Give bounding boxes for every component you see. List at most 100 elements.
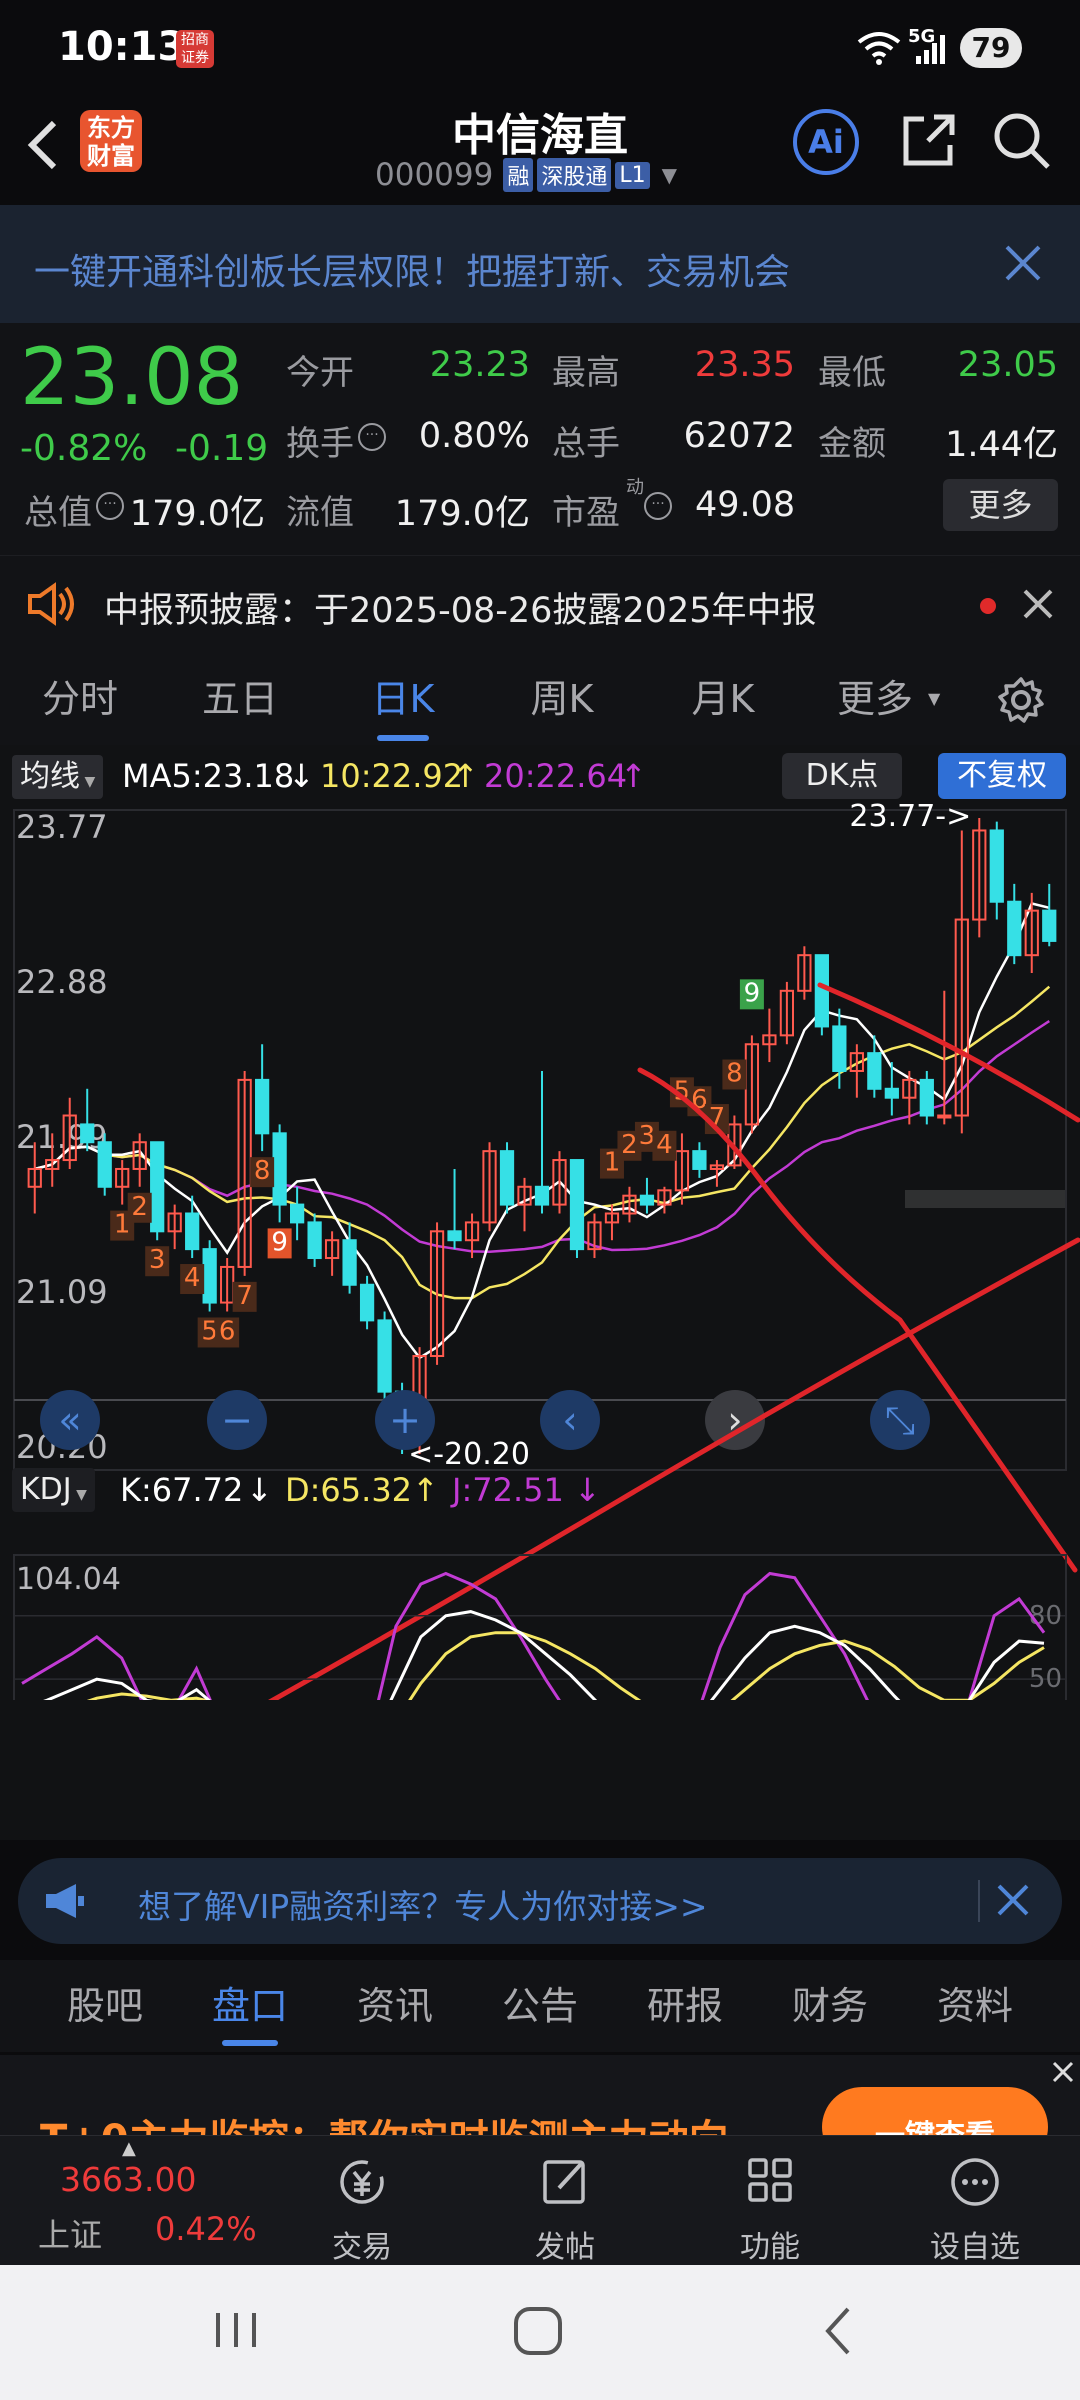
candle-body bbox=[1042, 909, 1057, 942]
price-panel-frame bbox=[13, 809, 1067, 1471]
ai-button[interactable]: Ai bbox=[793, 109, 859, 175]
candle bbox=[954, 830, 969, 1134]
status-bar: 10:13 招商证券 5G 79 bbox=[0, 0, 1080, 95]
kdj-level-label: 50 bbox=[1029, 1664, 1062, 1694]
home-icon[interactable] bbox=[508, 2305, 568, 2357]
tab-announcements[interactable]: 公告 bbox=[475, 1960, 605, 2052]
candle-body bbox=[832, 1025, 847, 1072]
kdj-selector[interactable]: KDJ ▼ bbox=[12, 1468, 95, 1512]
td-marker-label: 7 bbox=[236, 1281, 253, 1311]
add-watchlist-button[interactable]: 设自选 bbox=[910, 2154, 1040, 2266]
recent-apps-icon[interactable] bbox=[210, 2305, 262, 2355]
back-icon[interactable] bbox=[818, 2303, 858, 2359]
active-tab-indicator bbox=[377, 735, 429, 741]
back-icon[interactable] bbox=[18, 115, 68, 175]
arrow-down-icon: ↓ bbox=[288, 757, 315, 795]
float-label: 流值 bbox=[286, 493, 354, 533]
k-legend: K:67.72 bbox=[120, 1471, 244, 1509]
td-marker-label: 6 bbox=[219, 1316, 236, 1346]
candle-body bbox=[534, 1185, 550, 1206]
promo-banner[interactable]: 一键开通科创板长层权限！把握打新、交易机会 bbox=[0, 205, 1080, 323]
dk-button[interactable]: DK点 bbox=[782, 753, 902, 799]
tab-more[interactable]: 更多 bbox=[825, 653, 925, 745]
post-label: 发帖 bbox=[535, 2230, 595, 2265]
gear-icon[interactable] bbox=[996, 675, 1046, 725]
ma5-legend: MA5:23.18 bbox=[122, 757, 295, 795]
vip-banner[interactable]: 想了解VIP融资利率？专人为你对接>> bbox=[18, 1858, 1062, 1944]
low-value: 23.05 bbox=[957, 345, 1058, 385]
more-button[interactable]: 更多 bbox=[943, 479, 1058, 531]
tab-daily-k[interactable]: 日K bbox=[343, 653, 463, 745]
tab-orderbook[interactable]: 盘口 bbox=[185, 1960, 315, 2052]
open-label: 今开 bbox=[286, 353, 354, 393]
info-icon[interactable]: ··· bbox=[644, 492, 672, 520]
close-icon[interactable] bbox=[1052, 2061, 1074, 2083]
double-left-icon[interactable]: « bbox=[40, 1390, 100, 1450]
tab-timeshare[interactable]: 分时 bbox=[20, 653, 140, 745]
candle-body bbox=[937, 1114, 952, 1119]
chevron-down-icon: ▼ bbox=[928, 689, 941, 708]
info-tabs: 股吧 盘口 资讯 公告 研报 财务 资料 bbox=[0, 1960, 1080, 2052]
trade-button[interactable]: 交易 bbox=[297, 2154, 427, 2266]
d-legend: D:65.32 bbox=[285, 1471, 413, 1509]
candle-body bbox=[919, 1078, 934, 1117]
candle bbox=[289, 1186, 305, 1241]
candle bbox=[797, 946, 812, 1000]
candle bbox=[849, 1044, 864, 1098]
close-icon[interactable] bbox=[1003, 243, 1043, 283]
tab-five-day[interactable]: 五日 bbox=[180, 653, 300, 745]
zoom-out-icon[interactable]: − bbox=[207, 1390, 267, 1450]
candle bbox=[814, 954, 829, 1036]
ma-selector[interactable]: 均线 ▼ bbox=[12, 755, 104, 799]
tab-financials[interactable]: 财务 bbox=[765, 1960, 895, 2052]
candle bbox=[499, 1142, 515, 1214]
scroll-left-icon[interactable]: ‹ bbox=[540, 1390, 600, 1450]
mktcap-value: 179.0亿 bbox=[129, 494, 265, 534]
index-value[interactable]: 3663.00 bbox=[60, 2160, 196, 2199]
tab-profile[interactable]: 资料 bbox=[910, 1960, 1040, 2052]
tab-news[interactable]: 资讯 bbox=[330, 1960, 460, 2052]
candle bbox=[989, 821, 1004, 920]
candle-body bbox=[499, 1150, 515, 1206]
tab-forum[interactable]: 股吧 bbox=[40, 1960, 170, 2052]
zoom-in-icon[interactable]: + bbox=[375, 1390, 435, 1450]
speaker-icon bbox=[24, 580, 76, 628]
search-icon[interactable] bbox=[990, 109, 1052, 171]
candle bbox=[639, 1177, 655, 1214]
candle bbox=[185, 1195, 200, 1259]
caret-up-icon: ▲ bbox=[122, 2138, 136, 2159]
candle-body bbox=[639, 1194, 655, 1206]
candle bbox=[1042, 883, 1057, 947]
ma10-legend: 10:22.92 bbox=[320, 757, 464, 795]
stock-code-row[interactable]: 000099 融 深股通 L1 ▼ bbox=[375, 157, 677, 193]
tab-research[interactable]: 研报 bbox=[620, 1960, 750, 2052]
fq-button[interactable]: 不复权 bbox=[938, 753, 1066, 799]
close-icon[interactable] bbox=[996, 1883, 1030, 1917]
candle-body bbox=[814, 954, 829, 1028]
period-tabs: 分时 五日 日K 周K 月K 更多 ▼ bbox=[0, 653, 1080, 745]
candle bbox=[237, 1070, 252, 1276]
tab-weekly-k[interactable]: 周K bbox=[502, 653, 622, 745]
notice-bar[interactable]: 中报预披露：于2025-08-26披露2025年中报 bbox=[0, 555, 1080, 653]
post-button[interactable]: 发帖 bbox=[500, 2154, 630, 2266]
candle bbox=[587, 1213, 602, 1259]
tag-level: L1 bbox=[615, 161, 650, 189]
battery-indicator: 79 bbox=[960, 28, 1022, 68]
function-button[interactable]: 功能 bbox=[705, 2154, 835, 2266]
candle bbox=[552, 1151, 567, 1214]
ad-button[interactable]: 一键查看 bbox=[822, 2087, 1048, 2135]
kline-chart[interactable]: 23.7722.8821.9921.0920.20123456789123456… bbox=[0, 800, 1080, 1700]
app-logo[interactable]: 东方财富 bbox=[80, 110, 142, 172]
function-label: 功能 bbox=[740, 2230, 800, 2265]
arrow-up-icon: ↑ bbox=[412, 1471, 439, 1509]
candle bbox=[744, 1035, 760, 1134]
td-marker-label: 4 bbox=[656, 1130, 673, 1160]
tab-monthly-k[interactable]: 月K bbox=[663, 653, 783, 745]
unread-dot bbox=[980, 598, 996, 614]
ad-banner[interactable]: T+0主力监控：帮你实时监测主力动向 一键查看 bbox=[0, 2055, 1080, 2135]
close-icon[interactable] bbox=[1022, 588, 1054, 620]
fullscreen-icon[interactable]: ⤡ bbox=[870, 1390, 930, 1450]
share-icon[interactable] bbox=[898, 109, 960, 171]
td-marker-label: 9 bbox=[744, 978, 761, 1008]
kline-chart-area[interactable]: 均线 ▼ MA5:23.18 ↓ 10:22.92 ↑ 20:22.64 ↑ D… bbox=[0, 745, 1080, 1840]
